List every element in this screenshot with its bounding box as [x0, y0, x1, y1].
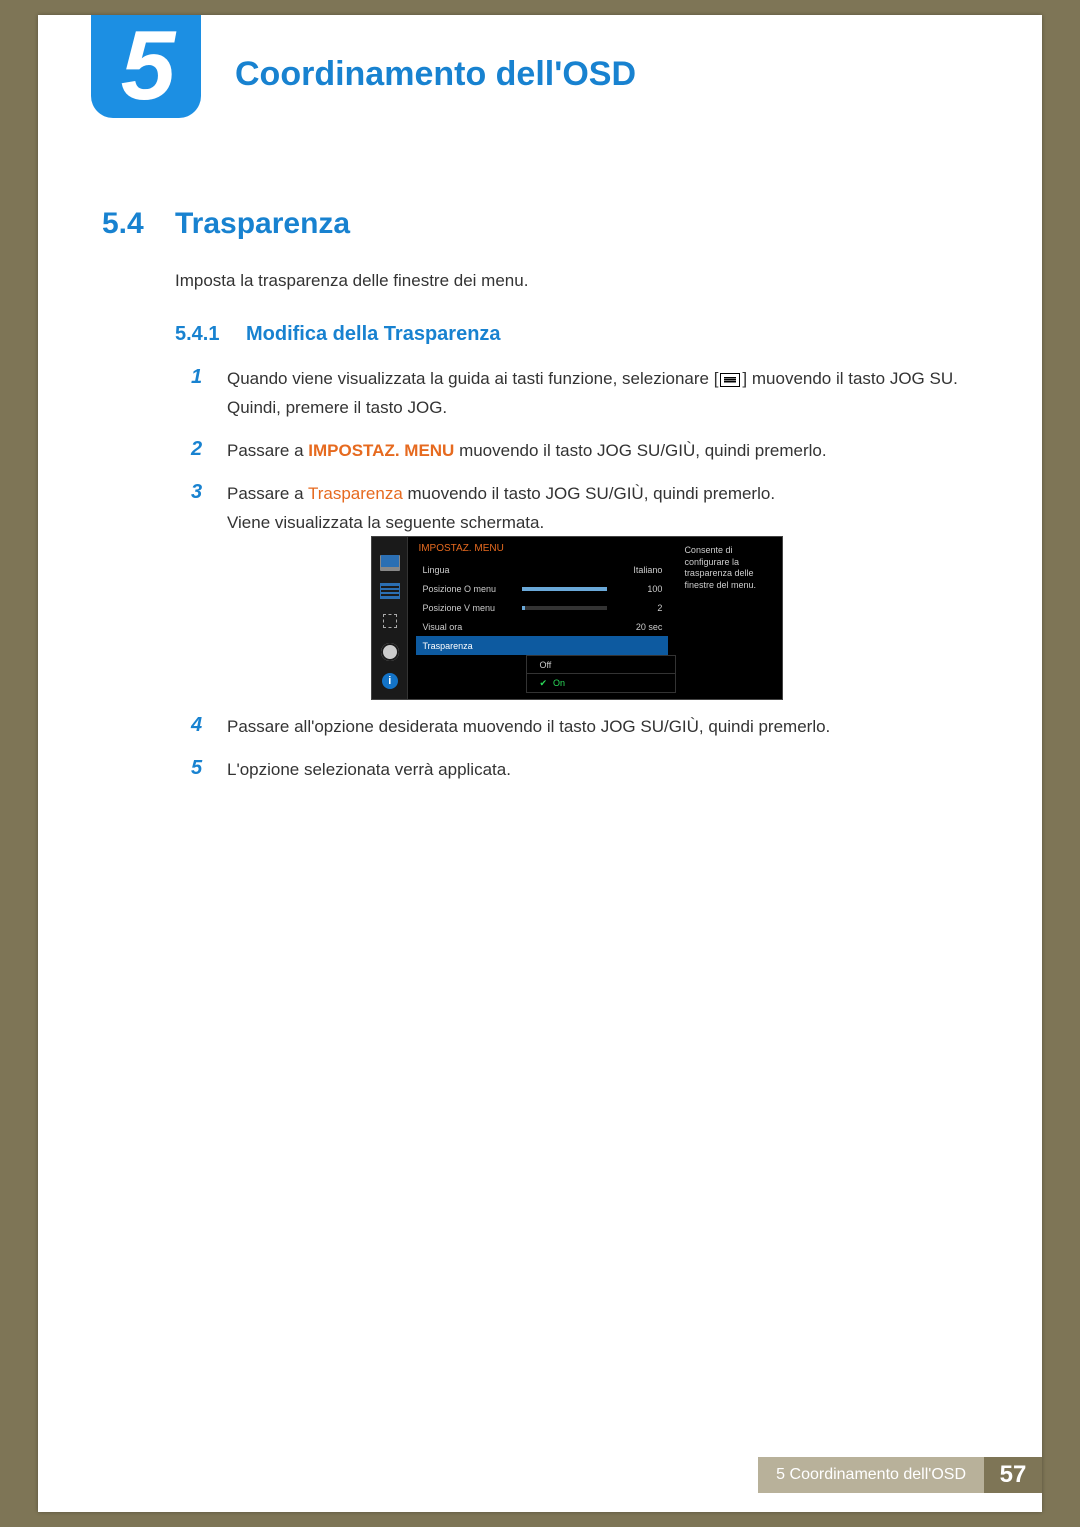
slider-bar [522, 587, 607, 591]
osd-row-poso: Posizione O menu 100 [416, 579, 668, 598]
step-text: Passare all'opzione desiderata muovendo … [227, 713, 830, 742]
osd-description: Consente di configurare la trasparenza d… [676, 537, 782, 699]
list-icon [380, 583, 400, 599]
subsection-title: Modifica della Trasparenza [246, 323, 501, 346]
menu-icon [720, 373, 740, 387]
osd-option-off: Off [526, 655, 676, 674]
intro-text: Imposta la trasparenza delle finestre de… [175, 271, 528, 291]
position-icon [380, 611, 400, 631]
step-4: 4 Passare all'opzione desiderata muovend… [191, 713, 1001, 742]
osd-header: IMPOSTAZ. MENU [418, 543, 668, 554]
step-number: 5 [191, 756, 227, 780]
slider-bar [522, 606, 607, 610]
steps-list: 1 Quando viene visualizzata la guida ai … [191, 365, 1001, 551]
osd-main: IMPOSTAZ. MENU Lingua Italiano Posizione… [408, 537, 676, 699]
step-number: 1 [191, 365, 227, 389]
chapter-title: Coordinamento dell'OSD [235, 55, 636, 94]
footer-chapter-label: 5 Coordinamento dell'OSD [758, 1457, 984, 1493]
chapter-badge: 5 [91, 15, 201, 118]
step-text: Passare a IMPOSTAZ. MENU muovendo il tas… [227, 437, 827, 466]
subsection-number: 5.4.1 [175, 323, 219, 346]
osd-option-on: On [526, 674, 676, 693]
page: 5 Coordinamento dell'OSD 5.4 Trasparenza… [38, 15, 1042, 1512]
picture-icon [380, 555, 400, 571]
osd-row-lingua: Lingua Italiano [416, 560, 668, 579]
step-text: Passare a Trasparenza muovendo il tasto … [227, 480, 775, 538]
step-5: 5 L'opzione selezionata verrà applicata. [191, 756, 1001, 785]
osd-row-visual: Visual ora 20 sec [416, 617, 668, 636]
chapter-number: 5 [91, 15, 201, 115]
step-number: 4 [191, 713, 227, 737]
osd-row-posv: Posizione V menu 2 [416, 598, 668, 617]
steps-list-2: 4 Passare all'opzione desiderata muovend… [191, 713, 1001, 799]
gear-icon [381, 643, 399, 661]
osd-dropdown: Off On [526, 655, 676, 693]
osd-screenshot: i IMPOSTAZ. MENU Lingua Italiano Posizio… [371, 536, 783, 700]
osd-sidebar: i [372, 537, 408, 699]
step-text: L'opzione selezionata verrà applicata. [227, 756, 511, 785]
step-number: 2 [191, 437, 227, 461]
step-text: Quando viene visualizzata la guida ai ta… [227, 365, 1001, 423]
info-icon: i [382, 673, 398, 689]
osd-row-trasparenza: Trasparenza [416, 636, 668, 655]
section-title: Trasparenza [175, 207, 350, 241]
footer-page-number: 57 [984, 1457, 1042, 1493]
step-1: 1 Quando viene visualizzata la guida ai … [191, 365, 1001, 423]
step-number: 3 [191, 480, 227, 504]
step-2: 2 Passare a IMPOSTAZ. MENU muovendo il t… [191, 437, 1001, 466]
step-3: 3 Passare a Trasparenza muovendo il tast… [191, 480, 1001, 538]
footer: 5 Coordinamento dell'OSD 57 [758, 1457, 1042, 1493]
section-number: 5.4 [102, 207, 144, 241]
